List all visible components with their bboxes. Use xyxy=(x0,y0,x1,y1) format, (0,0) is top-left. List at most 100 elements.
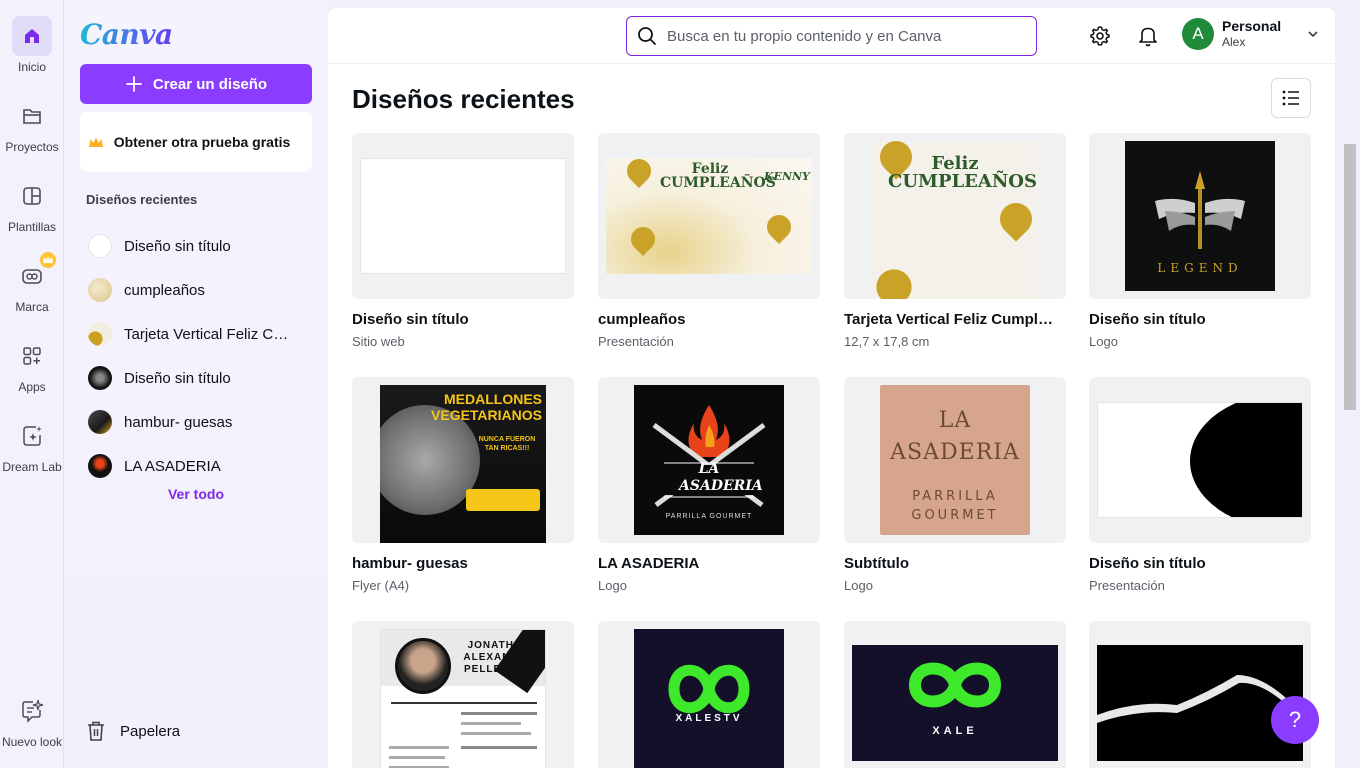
home-icon xyxy=(12,16,52,56)
thumb-text: LA ASADERIA xyxy=(890,408,1020,465)
canva-logo[interactable]: Canva xyxy=(80,18,173,51)
design-thumbnail xyxy=(1089,377,1311,543)
recent-item[interactable]: Diseño sin título xyxy=(80,224,312,268)
search-input[interactable] xyxy=(667,27,1027,45)
recent-item[interactable]: Diseño sin título xyxy=(80,356,312,400)
search-box[interactable] xyxy=(626,16,1037,56)
settings-button[interactable] xyxy=(1084,20,1116,52)
design-card[interactable]: Feliz CUMPLEAÑOS Tarjeta Vertical Feliz … xyxy=(844,133,1066,349)
recent-item-label: Diseño sin título xyxy=(124,369,231,387)
help-button[interactable]: ? xyxy=(1271,696,1319,744)
thumb-text: LA ASADERIA xyxy=(679,461,763,494)
recent-item[interactable]: Tarjeta Vertical Feliz Cumpleaños xyxy=(80,312,312,356)
folder-icon xyxy=(12,96,52,136)
recent-thumb xyxy=(88,234,112,258)
brand-icon xyxy=(12,252,56,296)
design-title: LA ASADERIA xyxy=(598,555,700,572)
notifications-button[interactable] xyxy=(1132,20,1164,52)
infinity-logo xyxy=(908,662,1002,708)
design-thumbnail: Feliz CUMPLEAÑOS KENNY xyxy=(598,133,820,299)
design-type: Presentación xyxy=(598,334,674,349)
recent-item-label: Tarjeta Vertical Feliz Cumpleaños xyxy=(124,325,289,343)
recent-thumb xyxy=(88,278,112,302)
free-trial-button[interactable]: Obtener otra prueba gratis xyxy=(80,112,312,172)
thumb-text: MEDALLONES VEGETARIANOS xyxy=(431,391,542,423)
design-type: Presentación xyxy=(1089,578,1165,593)
recent-item[interactable]: cumpleaños xyxy=(80,268,312,312)
design-card[interactable]: LEGEND Diseño sin título Logo xyxy=(1089,133,1311,349)
design-card[interactable]: Feliz CUMPLEAÑOS KENNY cumpleaños Presen… xyxy=(598,133,820,349)
recent-item[interactable]: LA ASADERIA xyxy=(80,444,312,488)
design-thumbnail: LA ASADERIA PARRILLA GOURMET xyxy=(844,377,1066,543)
rail-label: Apps xyxy=(18,380,46,394)
rail-item-proyectos[interactable]: Proyectos xyxy=(0,96,64,154)
rail-item-marca[interactable]: Marca xyxy=(0,252,64,314)
recent-item[interactable]: hambur- guesas xyxy=(80,400,312,444)
design-type: 12,7 x 17,8 cm xyxy=(844,334,930,349)
search-icon xyxy=(638,27,656,45)
thumb-text: KENNY xyxy=(764,170,810,183)
thumb-text: Feliz CUMPLEAÑOS xyxy=(888,153,1037,192)
bell-icon xyxy=(1139,27,1157,47)
plus-icon xyxy=(125,76,142,92)
thumb-text: LEGEND xyxy=(1157,261,1243,275)
design-card[interactable]: XALE xyxy=(844,621,1066,768)
dream-lab-icon xyxy=(12,416,52,456)
create-design-label: Crear un diseño xyxy=(152,75,268,93)
abstract-wave xyxy=(1097,675,1303,723)
design-card[interactable]: Diseño sin título Sitio web xyxy=(352,133,574,349)
design-card[interactable] xyxy=(1089,621,1311,768)
rail-item-nuevo-look[interactable]: Nuevo look xyxy=(0,691,64,749)
design-type: Logo xyxy=(844,578,873,593)
create-design-button[interactable]: Crear un diseño xyxy=(80,64,312,104)
rail-item-dream-lab[interactable]: Dream Lab xyxy=(0,416,64,474)
account-name: Personal xyxy=(1222,18,1282,34)
templates-icon xyxy=(12,176,52,216)
thumb-text: XALESTV xyxy=(675,713,743,724)
thumb-text: PARRILLA GOURMET xyxy=(911,489,999,523)
recent-item-label: Diseño sin título xyxy=(124,237,231,255)
chevron-down-icon xyxy=(1308,31,1318,38)
rail-item-plantillas[interactable]: Plantillas xyxy=(0,176,64,234)
design-card[interactable]: JONATHAN ALEXANDER PELLEGRINI xyxy=(352,621,574,768)
design-card[interactable]: Diseño sin título Presentación xyxy=(1089,377,1311,593)
design-title: Subtítulo xyxy=(844,555,909,572)
design-thumbnail: XALE xyxy=(844,621,1066,768)
design-title: Tarjeta Vertical Feliz Cumpleaños xyxy=(844,311,1054,328)
trash-icon xyxy=(88,721,104,741)
design-thumbnail: XALESTV xyxy=(598,621,820,768)
rail-item-inicio[interactable]: Inicio xyxy=(0,16,64,74)
design-thumbnail: LEGEND xyxy=(1089,133,1311,299)
recent-thumb xyxy=(88,454,112,478)
thumb-text: NUNCA FUERON TAN RICAS!!! xyxy=(478,436,536,452)
top-bar: A Personal Alex xyxy=(328,8,1335,64)
see-all-link[interactable]: Ver todo xyxy=(80,486,312,502)
recent-list: Diseño sin título cumpleaños Tarjeta Ver… xyxy=(80,224,312,488)
design-thumbnail: Feliz CUMPLEAÑOS xyxy=(844,133,1066,299)
account-switcher[interactable]: A Personal Alex xyxy=(1182,18,1319,50)
design-type: Logo xyxy=(598,578,627,593)
recent-item-label: hambur- guesas xyxy=(124,413,233,431)
apps-icon xyxy=(12,336,52,376)
trash-button[interactable]: Papelera xyxy=(86,720,180,742)
design-card[interactable]: XALESTV xyxy=(598,621,820,768)
design-title: Diseño sin título xyxy=(1089,555,1206,572)
design-thumbnail: JONATHAN ALEXANDER PELLEGRINI xyxy=(352,621,574,768)
free-trial-label: Obtener otra prueba gratis xyxy=(113,134,291,150)
crown-icon xyxy=(40,252,56,268)
account-user: Alex xyxy=(1222,35,1246,49)
design-type: Logo xyxy=(1089,334,1118,349)
left-rail: Inicio Proyectos Plantillas Marca Apps D… xyxy=(0,0,64,768)
scrollbar[interactable] xyxy=(1344,144,1356,410)
rail-label: Inicio xyxy=(17,60,46,74)
design-card[interactable]: LA ASADERIA PARRILLA GOURMET Subtítulo L… xyxy=(844,377,1066,593)
list-view-button[interactable] xyxy=(1271,78,1311,118)
rail-item-apps[interactable]: Apps xyxy=(0,336,64,394)
main-content: A Personal Alex Diseños recientes Diseño… xyxy=(328,8,1335,768)
design-card[interactable]: MEDALLONES VEGETARIANOS NUNCA FUERON TAN… xyxy=(352,377,574,593)
design-thumbnail: LA ASADERIA PARRILLA GOURMET xyxy=(598,377,820,543)
design-thumbnail: MEDALLONES VEGETARIANOS NUNCA FUERON TAN… xyxy=(352,377,574,543)
sparkle-chat-icon xyxy=(12,691,52,731)
design-card[interactable]: LA ASADERIA PARRILLA GOURMET LA ASADERIA… xyxy=(598,377,820,593)
design-type: Sitio web xyxy=(352,334,405,349)
